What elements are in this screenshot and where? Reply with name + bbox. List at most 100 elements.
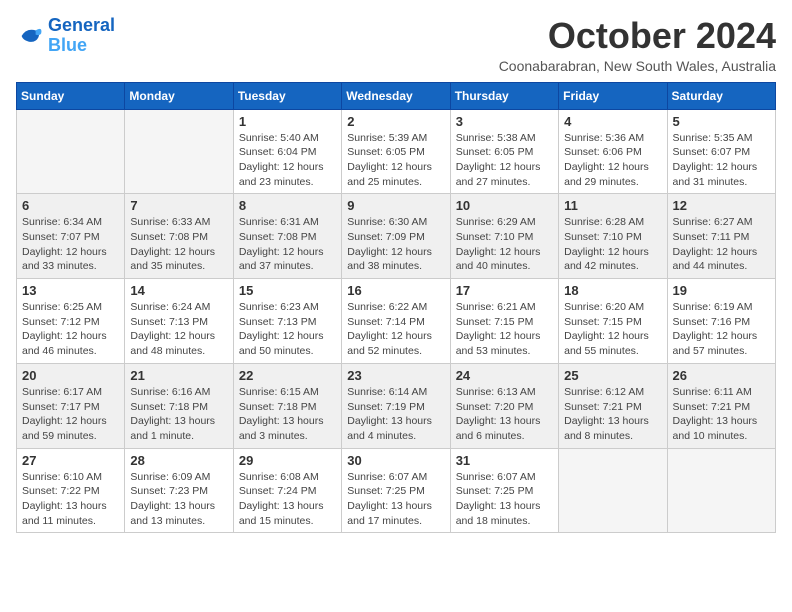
- day-number: 30: [347, 453, 444, 468]
- calendar-day-cell: 19 Sunrise: 6:19 AMSunset: 7:16 PMDayligh…: [667, 279, 775, 364]
- day-number: 27: [22, 453, 119, 468]
- title-area: October 2024 Coonabarabran, New South Wa…: [499, 16, 776, 74]
- day-number: 29: [239, 453, 336, 468]
- calendar-week-row: 13 Sunrise: 6:25 AMSunset: 7:12 PMDayligh…: [17, 279, 776, 364]
- calendar-day-cell: 17Sunrise: 6:21 AMSunset: 7:15 PMDayligh…: [450, 279, 558, 364]
- calendar-day-cell: [125, 109, 233, 194]
- day-number: 18: [564, 283, 661, 298]
- day-info: Sunrise: 6:22 AMSunset: 7:14 PMDaylight:…: [347, 300, 444, 359]
- calendar-day-cell: 6 Sunrise: 6:34 AMSunset: 7:07 PMDaylight…: [17, 194, 125, 279]
- calendar-day-cell: 1 Sunrise: 5:40 AMSunset: 6:04 PMDaylight…: [233, 109, 341, 194]
- day-number: 3: [456, 114, 553, 129]
- day-info: Sunrise: 6:31 AMSunset: 7:08 PMDaylight:…: [239, 215, 336, 274]
- calendar-day-cell: [17, 109, 125, 194]
- day-number: 8: [239, 198, 336, 213]
- day-info: Sunrise: 6:07 AMSunset: 7:25 PMDaylight:…: [347, 470, 444, 529]
- day-info: Sunrise: 6:30 AMSunset: 7:09 PMDaylight:…: [347, 215, 444, 274]
- day-info: Sunrise: 5:40 AMSunset: 6:04 PMDaylight:…: [239, 131, 336, 190]
- day-info: Sunrise: 6:14 AMSunset: 7:19 PMDaylight:…: [347, 385, 444, 444]
- calendar-day-cell: 14 Sunrise: 6:24 AMSunset: 7:13 PMDayligh…: [125, 279, 233, 364]
- day-info: Sunrise: 5:38 AMSunset: 6:05 PMDaylight:…: [456, 131, 553, 190]
- weekday-header: Sunday: [17, 82, 125, 109]
- day-info: Sunrise: 6:29 AMSunset: 7:10 PMDaylight:…: [456, 215, 553, 274]
- calendar-day-cell: 5 Sunrise: 5:35 AMSunset: 6:07 PMDaylight…: [667, 109, 775, 194]
- day-number: 16: [347, 283, 444, 298]
- day-number: 11: [564, 198, 661, 213]
- day-number: 28: [130, 453, 227, 468]
- day-info: Sunrise: 6:19 AMSunset: 7:16 PMDaylight:…: [673, 300, 770, 359]
- weekday-header: Saturday: [667, 82, 775, 109]
- day-number: 22: [239, 368, 336, 383]
- day-info: Sunrise: 6:08 AMSunset: 7:24 PMDaylight:…: [239, 470, 336, 529]
- calendar-day-cell: 30 Sunrise: 6:07 AMSunset: 7:25 PMDayligh…: [342, 448, 450, 533]
- logo-icon: [16, 22, 44, 50]
- day-info: Sunrise: 6:17 AMSunset: 7:17 PMDaylight:…: [22, 385, 119, 444]
- day-number: 5: [673, 114, 770, 129]
- calendar-day-cell: 2Sunrise: 5:39 AMSunset: 6:05 PMDaylight…: [342, 109, 450, 194]
- day-info: Sunrise: 6:16 AMSunset: 7:18 PMDaylight:…: [130, 385, 227, 444]
- day-number: 1: [239, 114, 336, 129]
- location: Coonabarabran, New South Wales, Australi…: [499, 58, 776, 74]
- day-number: 6: [22, 198, 119, 213]
- day-info: Sunrise: 6:11 AMSunset: 7:21 PMDaylight:…: [673, 385, 770, 444]
- day-number: 12: [673, 198, 770, 213]
- calendar-day-cell: 8 Sunrise: 6:31 AMSunset: 7:08 PMDaylight…: [233, 194, 341, 279]
- calendar-day-cell: 4 Sunrise: 5:36 AMSunset: 6:06 PMDaylight…: [559, 109, 667, 194]
- day-number: 13: [22, 283, 119, 298]
- calendar-day-cell: 13 Sunrise: 6:25 AMSunset: 7:12 PMDayligh…: [17, 279, 125, 364]
- calendar-table: SundayMondayTuesdayWednesdayThursdayFrid…: [16, 82, 776, 534]
- logo-text: General Blue: [48, 16, 115, 56]
- day-info: Sunrise: 6:25 AMSunset: 7:12 PMDaylight:…: [22, 300, 119, 359]
- day-number: 21: [130, 368, 227, 383]
- weekday-header: Tuesday: [233, 82, 341, 109]
- calendar-day-cell: 25Sunrise: 6:12 AMSunset: 7:21 PMDayligh…: [559, 363, 667, 448]
- calendar-day-cell: 10Sunrise: 6:29 AMSunset: 7:10 PMDayligh…: [450, 194, 558, 279]
- calendar-day-cell: 23 Sunrise: 6:14 AMSunset: 7:19 PMDayligh…: [342, 363, 450, 448]
- month-title: October 2024: [499, 16, 776, 56]
- day-number: 15: [239, 283, 336, 298]
- calendar-day-cell: [667, 448, 775, 533]
- day-number: 14: [130, 283, 227, 298]
- calendar-day-cell: 3 Sunrise: 5:38 AMSunset: 6:05 PMDaylight…: [450, 109, 558, 194]
- weekday-header: Thursday: [450, 82, 558, 109]
- weekday-header: Friday: [559, 82, 667, 109]
- calendar-day-cell: 7Sunrise: 6:33 AMSunset: 7:08 PMDaylight…: [125, 194, 233, 279]
- day-number: 19: [673, 283, 770, 298]
- calendar-day-cell: 20 Sunrise: 6:17 AMSunset: 7:17 PMDayligh…: [17, 363, 125, 448]
- day-number: 24: [456, 368, 553, 383]
- day-info: Sunrise: 5:39 AMSunset: 6:05 PMDaylight:…: [347, 131, 444, 190]
- calendar-day-cell: 31 Sunrise: 6:07 AMSunset: 7:25 PMDayligh…: [450, 448, 558, 533]
- calendar-day-cell: 29 Sunrise: 6:08 AMSunset: 7:24 PMDayligh…: [233, 448, 341, 533]
- weekday-header: Wednesday: [342, 82, 450, 109]
- day-number: 31: [456, 453, 553, 468]
- calendar-week-row: 27 Sunrise: 6:10 AMSunset: 7:22 PMDayligh…: [17, 448, 776, 533]
- day-number: 26: [673, 368, 770, 383]
- calendar-day-cell: 27 Sunrise: 6:10 AMSunset: 7:22 PMDayligh…: [17, 448, 125, 533]
- page-header: General Blue October 2024 Coonabarabran,…: [16, 16, 776, 74]
- day-info: Sunrise: 6:27 AMSunset: 7:11 PMDaylight:…: [673, 215, 770, 274]
- calendar-day-cell: 26 Sunrise: 6:11 AMSunset: 7:21 PMDayligh…: [667, 363, 775, 448]
- day-number: 9: [347, 198, 444, 213]
- day-info: Sunrise: 6:28 AMSunset: 7:10 PMDaylight:…: [564, 215, 661, 274]
- day-info: Sunrise: 6:23 AMSunset: 7:13 PMDaylight:…: [239, 300, 336, 359]
- day-info: Sunrise: 6:24 AMSunset: 7:13 PMDaylight:…: [130, 300, 227, 359]
- day-number: 4: [564, 114, 661, 129]
- day-info: Sunrise: 5:36 AMSunset: 6:06 PMDaylight:…: [564, 131, 661, 190]
- day-info: Sunrise: 6:15 AMSunset: 7:18 PMDaylight:…: [239, 385, 336, 444]
- calendar-day-cell: 16 Sunrise: 6:22 AMSunset: 7:14 PMDayligh…: [342, 279, 450, 364]
- logo: General Blue: [16, 16, 115, 56]
- day-info: Sunrise: 5:35 AMSunset: 6:07 PMDaylight:…: [673, 131, 770, 190]
- calendar-day-cell: 15 Sunrise: 6:23 AMSunset: 7:13 PMDayligh…: [233, 279, 341, 364]
- day-number: 20: [22, 368, 119, 383]
- day-info: Sunrise: 6:21 AMSunset: 7:15 PMDaylight:…: [456, 300, 553, 359]
- weekday-header: Monday: [125, 82, 233, 109]
- day-info: Sunrise: 6:10 AMSunset: 7:22 PMDaylight:…: [22, 470, 119, 529]
- calendar-day-cell: [559, 448, 667, 533]
- day-info: Sunrise: 6:34 AMSunset: 7:07 PMDaylight:…: [22, 215, 119, 274]
- calendar-week-row: 6 Sunrise: 6:34 AMSunset: 7:07 PMDaylight…: [17, 194, 776, 279]
- day-info: Sunrise: 6:13 AMSunset: 7:20 PMDaylight:…: [456, 385, 553, 444]
- day-info: Sunrise: 6:09 AMSunset: 7:23 PMDaylight:…: [130, 470, 227, 529]
- day-number: 23: [347, 368, 444, 383]
- day-info: Sunrise: 6:20 AMSunset: 7:15 PMDaylight:…: [564, 300, 661, 359]
- day-info: Sunrise: 6:07 AMSunset: 7:25 PMDaylight:…: [456, 470, 553, 529]
